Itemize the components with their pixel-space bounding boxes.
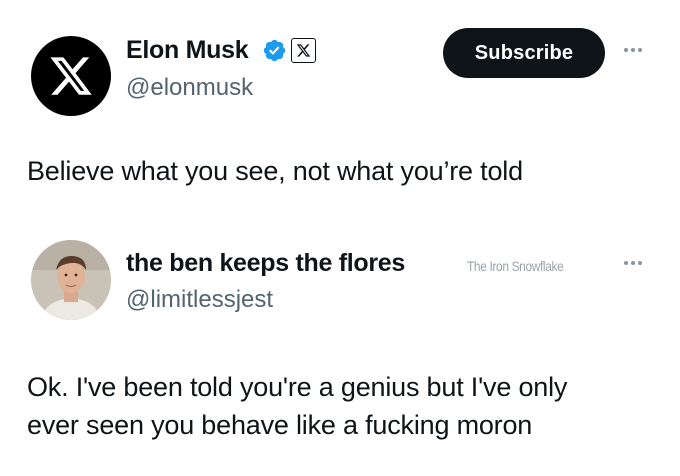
screenshot: Elon Musk @elonmusk Subscribe Believe wh… <box>0 0 680 476</box>
reply-author-name[interactable]: the ben keeps the flores <box>126 248 405 278</box>
more-options-icon[interactable] <box>624 259 650 267</box>
avatar[interactable] <box>31 240 111 320</box>
tweet-text: Believe what you see, not what you’re to… <box>27 156 523 186</box>
x-affiliation-icon <box>291 38 316 63</box>
reply-author-handle[interactable]: @limitlessjest <box>126 286 273 314</box>
reply-text-line: Ok. I've been told you're a genius but I… <box>27 372 568 402</box>
watermark: The Iron Snowflake <box>467 258 564 274</box>
reply-text: Ok. I've been told you're a genius but I… <box>27 368 667 444</box>
author-name[interactable]: Elon Musk <box>126 35 249 65</box>
author-handle[interactable]: @elonmusk <box>126 74 253 102</box>
x-logo-icon[interactable] <box>31 36 111 116</box>
more-options-icon[interactable] <box>624 46 650 54</box>
subscribe-button[interactable]: Subscribe <box>443 28 605 78</box>
reply-text-line: ever seen you behave like a fucking moro… <box>27 410 533 440</box>
verified-badge-icon <box>262 38 287 63</box>
